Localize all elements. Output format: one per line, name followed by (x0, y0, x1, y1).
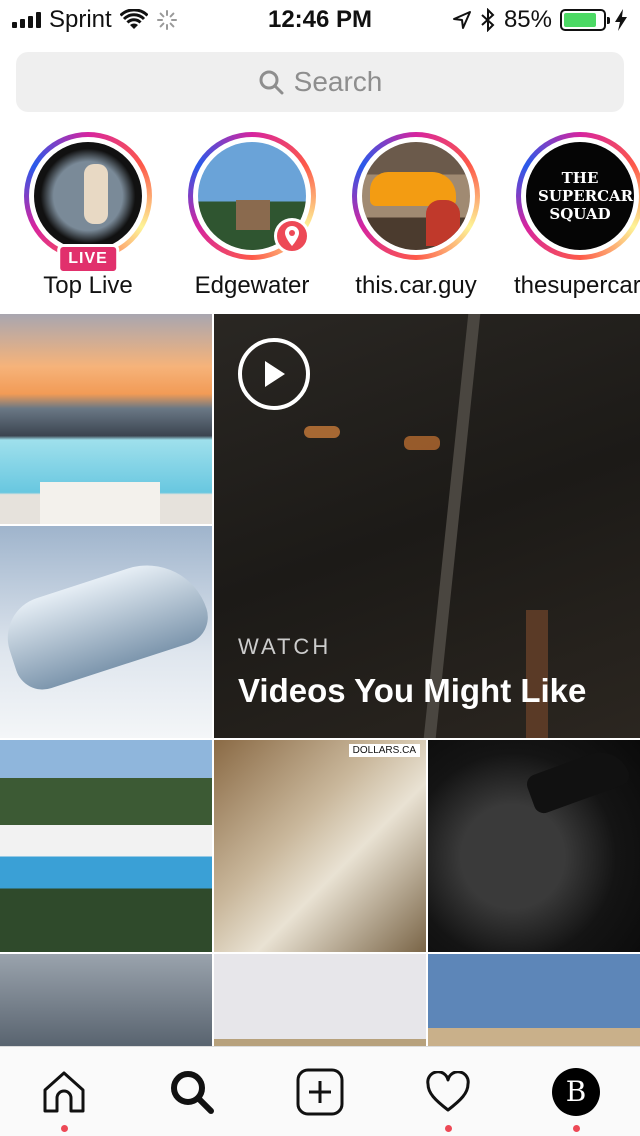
explore-grid: WATCH Videos You Might Like DOLLARS.CA (0, 314, 640, 1046)
play-icon (265, 361, 285, 387)
grid-tile-interior[interactable] (0, 954, 212, 1046)
play-button[interactable] (238, 338, 310, 410)
story-this-car-guy[interactable]: this.car.guy (334, 128, 498, 300)
grid-tile-building[interactable] (428, 954, 640, 1046)
search-placeholder: Search (293, 66, 383, 97)
home-icon (43, 1071, 85, 1112)
plus-square-icon (296, 1068, 344, 1115)
tab-profile[interactable]: B (544, 1060, 608, 1132)
search-bar[interactable]: Search (16, 52, 624, 112)
featured-overline: WATCH (238, 634, 332, 659)
tab-home[interactable] (32, 1060, 96, 1132)
charging-bolt-icon (615, 9, 627, 31)
grid-tile-dragon-sneaker[interactable] (428, 740, 640, 952)
live-badge: LIVE (57, 244, 119, 274)
tab-activity[interactable] (416, 1060, 480, 1132)
story-top-live[interactable]: LIVE Top Live (6, 128, 170, 300)
battery-percent: 85% (503, 6, 552, 33)
grid-tile-flying-yacht[interactable] (0, 526, 212, 738)
battery-icon (560, 9, 610, 31)
location-pin-icon (274, 218, 310, 254)
grid-tile-box-of-cash[interactable]: DOLLARS.CA (214, 740, 426, 952)
watermark-text: DOLLARS.CA (348, 744, 420, 757)
story-thumbnail (34, 142, 142, 250)
notification-dot (445, 1124, 452, 1132)
featured-title: Videos You Might Like (238, 672, 587, 709)
story-thumbnail (362, 142, 470, 250)
tab-bar: B (0, 1046, 640, 1136)
story-label: thesupercar. (513, 272, 640, 299)
supercar-squad-logo: THE SUPERCAR SQUAD (526, 142, 634, 250)
tab-search[interactable] (160, 1060, 224, 1124)
story-label: Top Live (43, 272, 133, 299)
search-icon (259, 70, 284, 95)
story-label: Edgewater (194, 272, 310, 299)
tab-add[interactable] (288, 1060, 352, 1124)
bluetooth-icon (481, 8, 495, 32)
status-bar: Sprint 12:46 PM 85% (0, 0, 640, 40)
story-edgewater[interactable]: Edgewater (170, 128, 334, 300)
grid-tile-sunset-pool[interactable] (0, 314, 212, 524)
notification-dot (61, 1124, 68, 1132)
notification-dot (573, 1124, 580, 1132)
location-arrow-icon (452, 11, 471, 29)
story-thesupercar[interactable]: THE SUPERCAR SQUAD thesupercar. (498, 128, 640, 300)
featured-video-tile[interactable]: WATCH Videos You Might Like (214, 314, 640, 738)
avatar-icon: B (552, 1067, 600, 1116)
story-label: this.car.guy (355, 272, 477, 299)
search-icon (171, 1070, 214, 1114)
grid-tile-red-car[interactable] (214, 954, 426, 1046)
grid-tile-modern-villa[interactable] (0, 740, 212, 952)
heart-icon (426, 1070, 470, 1111)
stories-tray: LIVE Top Live Edgewater this.car.guy THE… (0, 128, 640, 304)
